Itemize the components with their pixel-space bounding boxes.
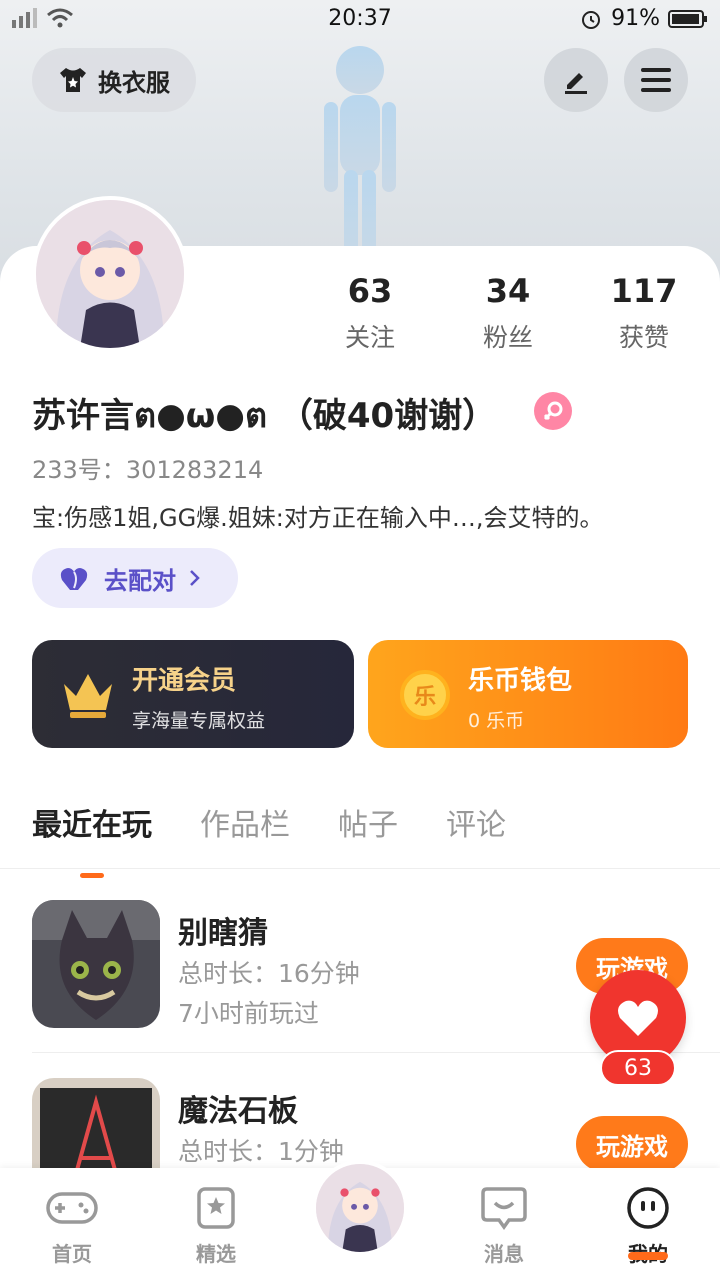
nickname: 苏许言ต●ω●ต （破40谢谢） (32, 396, 497, 436)
edit-button[interactable] (544, 48, 608, 112)
bookmark-star-icon (197, 1187, 235, 1229)
double-heart-icon (60, 568, 88, 590)
tab-comments[interactable]: 评论 (446, 800, 506, 860)
play-button[interactable]: 玩游戏 (576, 1116, 688, 1172)
anime-avatar-small (316, 1164, 404, 1252)
tshirt-icon (60, 68, 86, 92)
nav-home-label: 首页 (52, 1242, 92, 1266)
change-outfit-button[interactable]: 换衣服 (32, 48, 196, 112)
message-bubble-icon (481, 1187, 527, 1230)
game-duration: 总时长：16分钟 (178, 959, 360, 988)
bio: 宝:伤感1姐,GG爆.姐妹:对方正在输入中…,会艾特的。 (32, 504, 604, 532)
status-bar: 20:37 91% (0, 0, 720, 40)
profile-tabs: 最近在玩 作品栏 帖子 评论 (32, 800, 692, 860)
stats-row: 63 关注 34 粉丝 117 获赞 (300, 272, 720, 362)
crown-icon (64, 674, 112, 718)
vip-title: 开通会员 (132, 666, 237, 696)
nav-active-indicator (628, 1252, 668, 1260)
like-count-badge: 63 (600, 1050, 676, 1086)
game-thumbnail (32, 900, 160, 1028)
nav-featured[interactable]: 精选 (156, 1184, 276, 1267)
vip-subtitle: 享海量专属权益 (132, 710, 266, 732)
following-label: 关注 (344, 323, 395, 352)
followers-count: 34 (485, 272, 531, 310)
nav-center-avatar[interactable] (312, 1160, 408, 1256)
followers-label: 粉丝 (482, 323, 533, 352)
game-name: 魔法石板 (178, 1094, 298, 1129)
battery-icon (668, 9, 707, 28)
wallet-balance: 0 乐币 (468, 710, 525, 732)
stat-following[interactable]: 63 关注 (300, 272, 440, 354)
smiley-face-icon (627, 1187, 669, 1229)
menu-button[interactable] (624, 48, 688, 112)
bottom-nav: 首页 精选 消息 我的 (0, 1160, 720, 1280)
nav-messages-label: 消息 (484, 1242, 524, 1266)
wallet-title: 乐币钱包 (468, 666, 573, 696)
nav-home[interactable]: 首页 (12, 1184, 132, 1267)
vip-card[interactable]: 开通会员 享海量专属权益 (32, 640, 354, 748)
game-duration: 总时长：1分钟 (178, 1137, 344, 1166)
nav-featured-label: 精选 (196, 1242, 236, 1266)
match-button[interactable]: 去配对 (32, 548, 238, 608)
anime-avatar-image (36, 200, 184, 348)
change-outfit-label: 换衣服 (98, 68, 170, 97)
coin-icon: 乐 (400, 670, 450, 720)
avatar-3d-figure (324, 46, 396, 270)
following-count: 63 (347, 272, 393, 310)
tab-works[interactable]: 作品栏 (200, 800, 290, 860)
nav-messages[interactable]: 消息 (444, 1184, 564, 1267)
game-name: 别瞎猜 (178, 916, 268, 951)
battery-percent: 91% (611, 6, 660, 31)
tabs-divider (0, 868, 720, 869)
game-last-played: 7小时前玩过 (178, 999, 319, 1028)
likes-label: 获赞 (618, 323, 669, 352)
avatar[interactable] (32, 196, 188, 352)
tab-recent[interactable]: 最近在玩 (32, 800, 152, 860)
tab-posts[interactable]: 帖子 (338, 800, 398, 860)
wallet-card[interactable]: 乐 乐币钱包 0 乐币 (368, 640, 688, 748)
stat-likes[interactable]: 117 获赞 (574, 272, 714, 354)
chevron-right-icon (190, 570, 200, 586)
alarm-icon (582, 10, 601, 29)
pencil-icon (565, 73, 587, 94)
gamepad-icon (46, 1192, 98, 1224)
coin-char: 乐 (413, 685, 436, 710)
user-id: 233号：301283214 (32, 456, 264, 484)
stat-followers[interactable]: 34 粉丝 (438, 272, 578, 354)
heart-icon (618, 1000, 658, 1036)
match-label: 去配对 (104, 566, 176, 595)
female-gender-icon (534, 392, 572, 430)
likes-count: 117 (610, 272, 678, 310)
hamburger-icon (641, 68, 671, 92)
